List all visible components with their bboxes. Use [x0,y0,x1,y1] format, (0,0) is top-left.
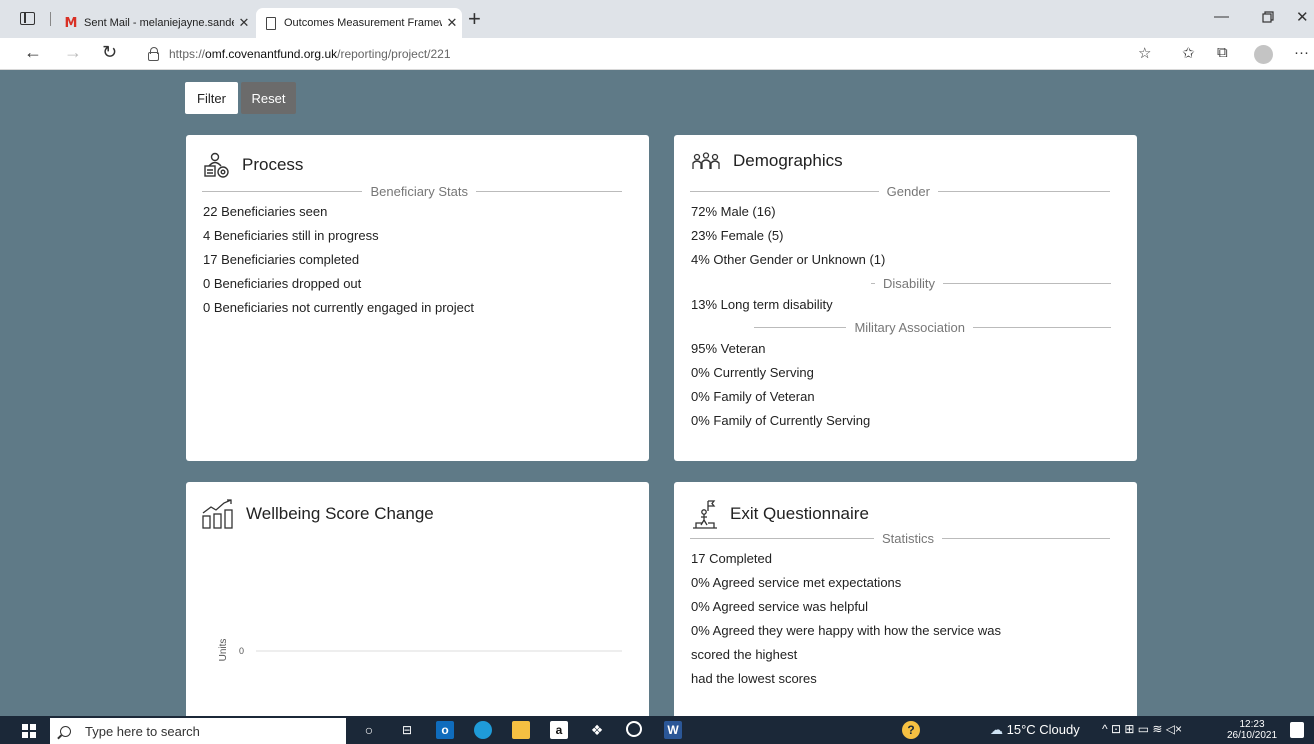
lock-icon [148,46,159,61]
back-arrow-icon[interactable]: ← [24,42,42,63]
card-title: Exit Questionnaire [730,504,869,523]
stat-row: 95% Veteran [691,341,766,356]
section-divider: Gender [690,184,1110,199]
stat-row: 0% Agreed service was helpful [691,599,869,614]
url-protocol: https:// [169,47,206,61]
section-divider: Military Association [754,320,1111,335]
url-path: /reporting/project/221 [337,47,451,61]
collections-icon[interactable]: ⧉ [1217,44,1228,61]
browser-tab-strip: M Sent Mail - melaniejayne.sanders ✕ Out… [0,0,1314,38]
notifications-icon[interactable] [1290,722,1304,738]
process-card: Process Beneficiary Stats 22 Beneficiari… [186,135,649,461]
new-tab-icon[interactable]: + [468,8,481,30]
section-label: Military Association [854,320,965,335]
stat-row: 4 Beneficiaries still in progress [203,228,379,243]
stat-row: 17 Completed [691,551,772,566]
amazon-icon[interactable]: a [550,721,568,739]
help-icon[interactable]: ? [902,721,920,739]
tab-actions-icon[interactable] [20,12,35,25]
y-axis-label: Units [218,639,229,662]
stat-row: 0% Family of Currently Serving [691,413,871,428]
stat-row: 4% Other Gender or Unknown (1) [691,252,886,267]
stat-row: 23% Female (5) [691,228,784,243]
tab-title: Sent Mail - melaniejayne.sanders [84,17,234,29]
weather-text: 15°C Cloudy [1006,722,1080,737]
cortana-icon[interactable]: ○ [360,721,378,739]
stat-row: 0% Currently Serving [691,365,814,380]
close-icon[interactable]: ✕ [234,15,254,31]
address-bar[interactable]: https:// omf.covenantfund.org.uk /report… [130,42,1162,66]
stat-row: 17 Beneficiaries completed [203,252,360,267]
clock-date: 26/10/2021 [1226,730,1278,741]
cloud-icon: ☁ [990,722,1003,737]
refresh-icon[interactable]: ↻ [102,42,117,63]
y-tick-label: 0 [239,646,244,656]
process-icon [202,151,230,179]
card-title: Demographics [733,151,843,170]
file-explorer-icon[interactable] [512,721,530,739]
stat-row: 0% Family of Veteran [691,389,815,404]
tab-outcomes-framework[interactable]: Outcomes Measurement Framew ✕ [256,8,462,38]
close-icon[interactable]: ✕ [442,15,462,31]
tab-separator [50,12,51,26]
favorites-icon[interactable]: ✩ [1182,44,1195,62]
page-icon [264,16,278,30]
stat-row: 22 Beneficiaries seen [203,204,328,219]
system-tray-icons[interactable]: ^ ⊡ ⊞ ▭ ≋ ◁× [1102,722,1182,736]
tab-title: Outcomes Measurement Framew [284,17,442,29]
app-icon[interactable] [626,721,642,737]
exit-questionnaire-card: Exit Questionnaire Statistics 17 Complet… [674,482,1137,722]
more-menu-icon[interactable]: ··· [1294,44,1309,61]
minimize-icon[interactable]: — [1214,8,1229,25]
search-placeholder: Type here to search [85,723,200,739]
windows-start-icon[interactable] [22,724,36,738]
section-divider: Statistics [690,531,1110,546]
section-label: Gender [886,184,930,199]
favorite-add-icon[interactable]: ☆ [1138,44,1151,62]
outlook-icon[interactable]: o [436,721,454,739]
section-label: Beneficiary Stats [370,184,468,199]
stat-row: 0% Agreed they were happy with how the s… [691,623,1002,638]
stat-row: 72% Male (16) [691,204,776,219]
profile-avatar[interactable] [1254,45,1273,64]
browser-toolbar: ← → ↻ https:// omf.covenantfund.org.uk /… [0,38,1314,70]
stat-row: had the lowest scores [691,671,817,686]
taskbar-clock[interactable]: 12:23 26/10/2021 [1226,719,1278,741]
section-label: Disability [882,276,935,291]
taskbar-search[interactable]: Type here to search [50,718,346,744]
edge-icon[interactable] [474,721,492,739]
people-icon [691,151,721,171]
demographics-card: Demographics Gender 72% Male (16) 23% Fe… [674,135,1137,461]
word-icon[interactable]: W [664,721,682,739]
card-title: Process [242,155,304,174]
podium-flag-icon [692,499,718,529]
stat-row: 13% Long term disability [691,297,833,312]
stat-row: 0% Agreed service met expectations [691,575,902,590]
tab-sent-mail[interactable]: M Sent Mail - melaniejayne.sanders ✕ [56,8,254,38]
taskbar: Type here to search ○ ⊟ o a ❖ W ? ☁ 15°C… [0,716,1314,744]
reset-button[interactable]: Reset [241,82,296,114]
close-window-icon[interactable]: ✕ [1296,8,1309,26]
clock-time: 12:23 [1239,719,1265,730]
dropbox-icon[interactable]: ❖ [588,721,606,739]
filter-button[interactable]: Filter [185,82,238,114]
wellbeing-card: Wellbeing Score Change Units 0 [186,482,649,722]
stat-row: 0 Beneficiaries dropped out [203,276,362,291]
url-host: omf.covenantfund.org.uk [205,47,338,61]
forward-arrow-icon[interactable]: → [64,42,82,63]
search-icon [60,725,71,737]
stat-row: scored the highest [691,647,798,662]
gmail-icon: M [64,15,78,31]
stat-row: 0 Beneficiaries not currently engaged in… [203,300,474,315]
restore-icon[interactable] [1262,10,1274,27]
wellbeing-chart: Units 0 [218,639,622,662]
section-divider: Beneficiary Stats [202,184,622,199]
section-divider: Disability [871,276,1111,291]
section-label: Statistics [881,531,934,546]
weather-widget[interactable]: ☁ 15°C Cloudy [990,722,1080,738]
task-view-icon[interactable]: ⊟ [398,721,416,739]
